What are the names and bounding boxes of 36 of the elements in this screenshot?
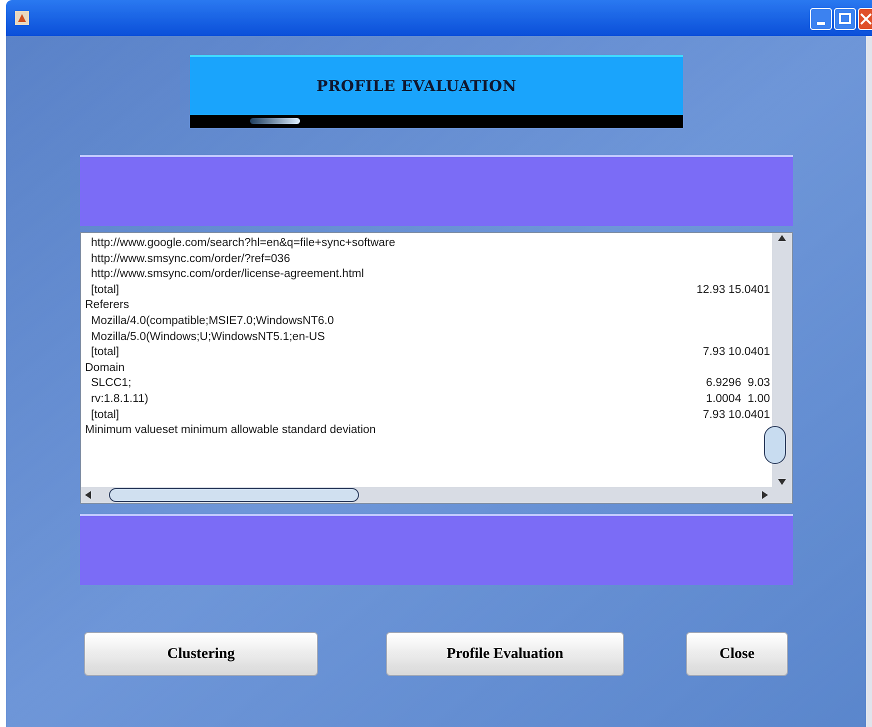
banner-title: PROFILE EVALUATION bbox=[316, 76, 517, 97]
report-values: 12.93 15.0401 bbox=[696, 282, 770, 298]
scroll-down-icon bbox=[778, 479, 786, 485]
report-values: 1.0004 1.00 bbox=[706, 392, 770, 407]
scroll-right-icon bbox=[762, 491, 768, 499]
scroll-left-icon bbox=[85, 491, 91, 499]
action-button[interactable]: Clustering bbox=[84, 632, 318, 676]
maximize-icon bbox=[839, 13, 851, 24]
report-values: 7.93 10.0401 bbox=[702, 408, 770, 423]
horizontal-scrollbar[interactable] bbox=[81, 487, 792, 503]
close-icon bbox=[860, 12, 872, 24]
report-line: rv:1.8.1.11) bbox=[90, 392, 148, 407]
horizontal-scroll-thumb[interactable] bbox=[109, 488, 359, 502]
report-line: Domain bbox=[84, 360, 125, 376]
action-button[interactable]: Close bbox=[686, 632, 788, 676]
scroll-up-icon bbox=[778, 235, 786, 241]
report-line: http://www.smsync.com/order/license-agreement.html bbox=[90, 267, 364, 282]
report-values: 7.93 10.0401 bbox=[702, 345, 770, 360]
minimize-icon bbox=[817, 22, 825, 24]
report-line: SLCC1; bbox=[90, 376, 132, 392]
report-line: http://www.google.com/search?hl=en&q=file+sync+software bbox=[90, 236, 396, 251]
report-line: [total] bbox=[90, 408, 120, 423]
action-button[interactable]: Profile Evaluation bbox=[386, 632, 624, 676]
app-icon bbox=[14, 10, 30, 26]
report-line: Minimum valueset minimum allowable standard deviation bbox=[84, 423, 376, 438]
report-line: [total] bbox=[90, 345, 120, 360]
report-line: Referers bbox=[84, 298, 130, 314]
report-values: 6.9296 9.03 bbox=[706, 376, 770, 392]
report-line: Mozilla/5.0(Windows;U;WindowsNT5.1;en-US bbox=[90, 330, 325, 345]
vertical-scrollbar[interactable] bbox=[772, 233, 792, 487]
report-line: Mozilla/4.0(compatible;MSIE7.0;WindowsNT6.0 bbox=[90, 314, 334, 329]
report-line: [total] bbox=[90, 282, 120, 298]
report-line: http://www.smsync.com/order/?ref=036 bbox=[90, 252, 290, 267]
close-window-button[interactable] bbox=[858, 8, 872, 30]
maximize-button[interactable] bbox=[834, 8, 856, 30]
minimize-button[interactable] bbox=[810, 8, 832, 30]
